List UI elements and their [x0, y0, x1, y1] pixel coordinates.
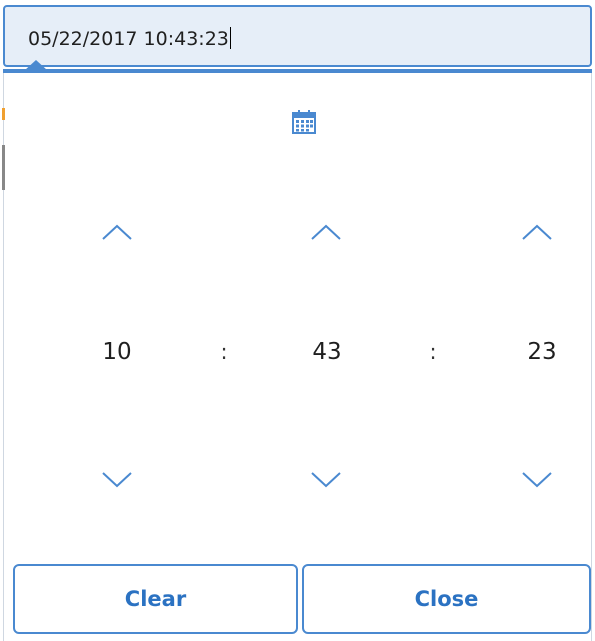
minutes-decrement-chevron-down-icon[interactable]	[309, 470, 343, 490]
seconds-value[interactable]: 23	[502, 339, 582, 365]
minutes-value[interactable]: 43	[287, 339, 367, 365]
text-caret	[229, 27, 231, 49]
time-separator: :	[429, 340, 437, 364]
close-button[interactable]: Close	[302, 564, 591, 634]
hours-increment-chevron-up-icon[interactable]	[100, 222, 134, 242]
datetime-input-value: 05/22/2017 10:43:23	[28, 27, 231, 50]
time-separator: :	[220, 340, 228, 364]
hours-value[interactable]: 10	[77, 339, 157, 365]
seconds-increment-chevron-up-icon[interactable]	[520, 222, 554, 242]
seconds-decrement-chevron-down-icon[interactable]	[520, 470, 554, 490]
background-accent	[2, 108, 5, 120]
popup-top-border	[3, 69, 592, 73]
popup-pointer	[25, 60, 47, 70]
minutes-increment-chevron-up-icon[interactable]	[309, 222, 343, 242]
clear-button[interactable]: Clear	[13, 564, 298, 634]
datetime-input[interactable]: 05/22/2017 10:43:23	[3, 5, 592, 67]
calendar-icon[interactable]	[290, 108, 318, 136]
hours-decrement-chevron-down-icon[interactable]	[100, 470, 134, 490]
background-accent	[2, 145, 5, 190]
